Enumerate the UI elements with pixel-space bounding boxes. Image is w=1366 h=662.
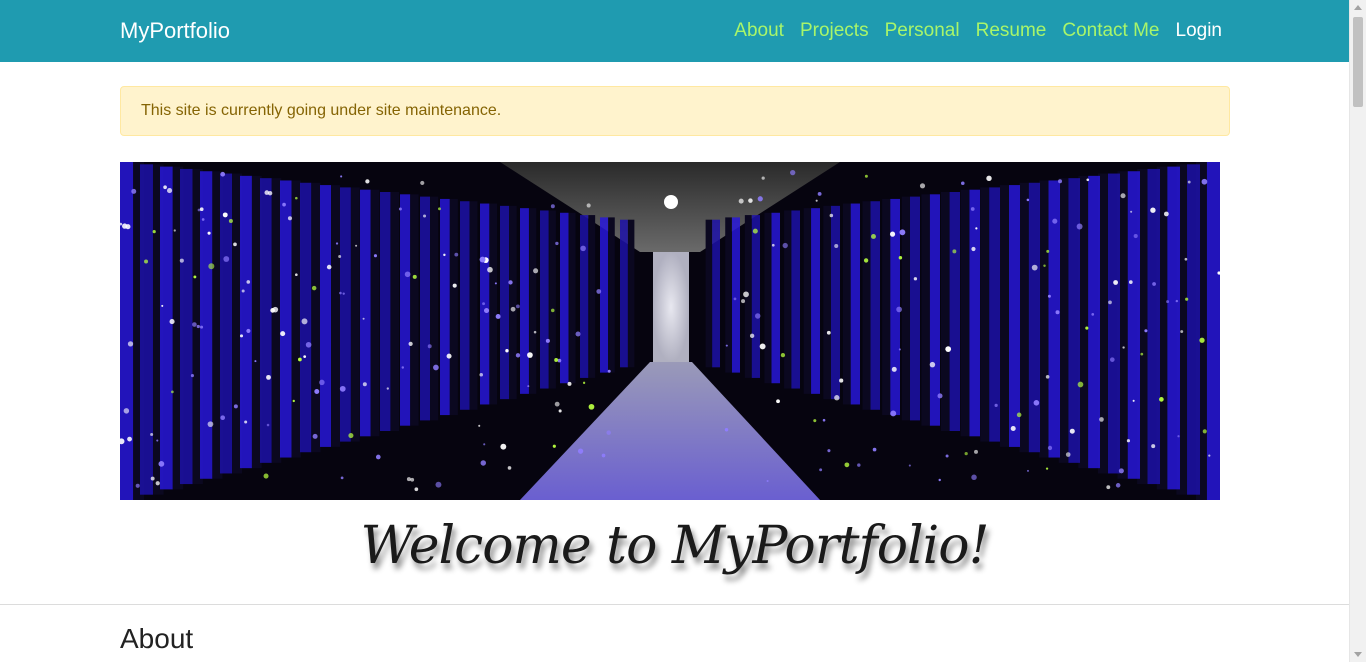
- scroll-thumb[interactable]: [1353, 17, 1363, 107]
- maintenance-alert: This site is currently going under site …: [120, 86, 1230, 136]
- nav-link-projects[interactable]: Projects: [800, 17, 869, 45]
- nav-link-resume[interactable]: Resume: [976, 17, 1047, 45]
- nav-links: About Projects Personal Resume Contact M…: [734, 17, 1222, 45]
- vertical-scrollbar[interactable]: [1349, 0, 1366, 662]
- section-divider: [0, 604, 1349, 605]
- server-room-image: [120, 162, 1220, 500]
- nav-link-contact-me[interactable]: Contact Me: [1062, 17, 1159, 45]
- about-heading: About: [120, 623, 194, 654]
- nav-link-about[interactable]: About: [734, 17, 784, 45]
- top-navbar: MyPortfolio About Projects Personal Resu…: [0, 0, 1349, 62]
- nav-link-login[interactable]: Login: [1176, 17, 1223, 45]
- nav-link-personal[interactable]: Personal: [885, 17, 960, 45]
- brand-logo-link[interactable]: MyPortfolio: [120, 17, 230, 45]
- hero-image: [120, 162, 1220, 500]
- welcome-title: Welcome to MyPortfolio!: [360, 516, 990, 576]
- scroll-up-arrow-icon[interactable]: [1354, 5, 1362, 10]
- scroll-down-arrow-icon[interactable]: [1354, 652, 1362, 657]
